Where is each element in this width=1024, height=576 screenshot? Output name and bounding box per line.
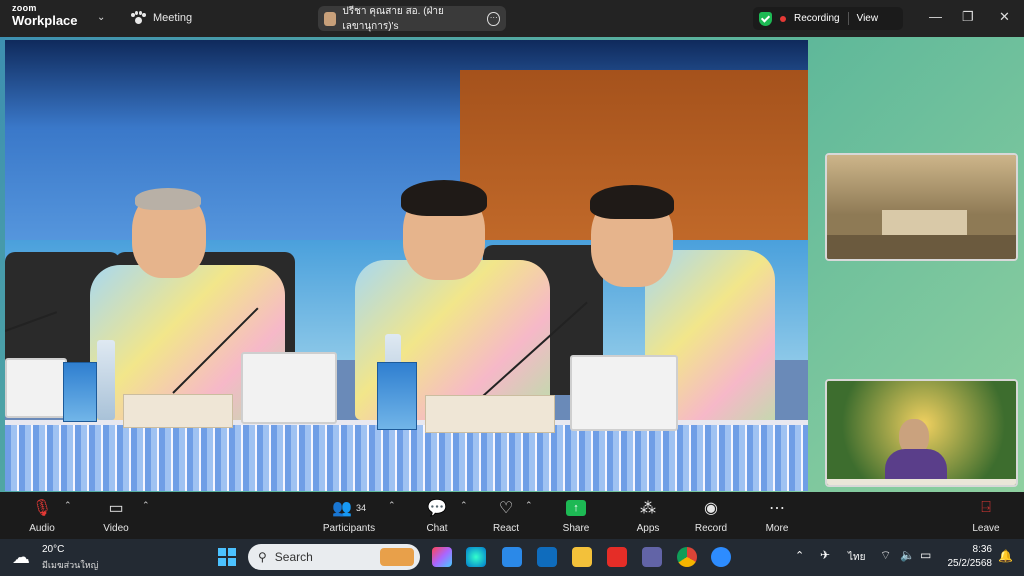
record-label: Record (694, 523, 728, 534)
video-stage (0, 37, 1024, 492)
tablet (570, 355, 678, 431)
meeting-label: Meeting (153, 12, 193, 24)
search-input[interactable] (274, 550, 365, 564)
notification-bell-icon[interactable]: 🔔 (998, 549, 1013, 563)
chevron-up-icon[interactable]: ⌃ (525, 500, 533, 511)
active-speaker-pill[interactable]: ปรีชา คุณสาย สอ. (ฝ่ายเลขานุการ)'s ··· (318, 5, 506, 32)
chevron-up-icon[interactable]: ⌃ (795, 549, 804, 562)
chat-label: Chat (426, 523, 448, 534)
title-bar: zoom Workplace ⌄ Meeting ปรีชา คุณสาย สอ… (0, 0, 1024, 37)
leave-label: Leave (972, 523, 1000, 534)
search-highlight-icon (380, 548, 414, 566)
participant-thumbnail-speaker[interactable] (825, 379, 1018, 487)
people-icon: 👥 (332, 500, 352, 517)
audio-button[interactable]: 🎙 Audio (26, 497, 58, 534)
microphone-muted-icon: 🎙 (31, 500, 53, 517)
chevron-up-icon[interactable]: ⌃ (64, 500, 72, 511)
copilot-icon[interactable] (432, 547, 452, 567)
chat-bubble-icon: 💬 (427, 500, 447, 517)
record-icon: ◉ (704, 500, 718, 517)
participants-button[interactable]: 👥 34 Participants (318, 497, 380, 534)
video-camera-icon: ▭ (108, 500, 124, 517)
video-label: Video (103, 523, 129, 534)
brand-small: zoom (12, 3, 37, 13)
windows-taskbar: ☁ 20°C มีเมฆส่วนใหญ่ ⚲ ⌃ ✈ ไทย ⌔ 🔈 ▭ 8:3… (0, 539, 1024, 576)
clock-date[interactable]: 25/2/2568 (932, 558, 993, 569)
shield-icon[interactable] (759, 11, 772, 26)
clock-time[interactable]: 8:36 (944, 544, 992, 555)
participants-count: 34 (355, 503, 366, 513)
react-button[interactable]: ♡ React (490, 497, 522, 534)
water-bottle (97, 340, 115, 420)
booklet (377, 362, 417, 430)
active-speaker-name: ปรีชา คุณสาย สอ. (ฝ่ายเลขานุการ)'s (342, 5, 444, 32)
search-icon: ⚲ (258, 550, 267, 564)
recording-status-group: Recording View (753, 7, 903, 30)
booklet (63, 362, 97, 422)
weather-desc[interactable]: มีเมฆส่วนใหญ่ (42, 558, 98, 572)
language-indicator[interactable]: ไทย (848, 550, 865, 565)
chevron-down-icon[interactable]: ⌄ (97, 12, 105, 23)
brand-large: Workplace (12, 13, 78, 28)
leave-button[interactable]: ⍈ Leave (970, 497, 1002, 534)
chevron-up-icon[interactable]: ⌃ (142, 500, 150, 511)
youtube-icon[interactable] (607, 547, 627, 567)
nameplate (425, 395, 555, 433)
audio-label: Audio (29, 523, 55, 534)
leave-door-icon: ⍈ (981, 499, 991, 516)
participants-label: Participants (322, 523, 376, 534)
windows-start-icon[interactable] (218, 548, 236, 566)
video-button[interactable]: ▭ Video (100, 497, 132, 534)
chevron-up-icon[interactable]: ⌃ (388, 500, 396, 511)
record-button[interactable]: ◉ Record (694, 497, 728, 534)
tablet (241, 352, 337, 424)
weather-cloud-icon[interactable]: ☁ (12, 547, 30, 568)
chat-button[interactable]: 💬 Chat (422, 497, 452, 534)
network-status-icon[interactable]: ✈ (820, 548, 830, 562)
avatar (324, 11, 337, 26)
edge-icon[interactable] (466, 547, 486, 567)
apps-icon: ⁂ (640, 500, 656, 517)
store-icon[interactable] (502, 547, 522, 567)
table-cloth (5, 425, 808, 491)
zoom-app-icon[interactable] (711, 547, 731, 567)
share-screen-icon: ↑ (566, 500, 586, 516)
close-icon[interactable]: ✕ (999, 9, 1010, 25)
nameplate (123, 394, 233, 428)
divider (847, 12, 849, 25)
battery-icon[interactable]: ▭ (920, 548, 931, 562)
react-label: React (492, 523, 520, 534)
apps-button[interactable]: ⁂ Apps (633, 497, 663, 534)
meeting-toolbar: 🎙 Audio ⌃ ▭ Video ⌃ 👥 34 Participants ⌃ 💬… (0, 492, 1024, 539)
paw-icon (131, 11, 146, 25)
more-dots-icon: ⋯ (769, 500, 785, 517)
view-button[interactable]: View (857, 13, 879, 24)
teams-icon[interactable] (642, 547, 662, 567)
recording-dot-icon (780, 15, 786, 22)
share-label: Share (562, 523, 590, 534)
heart-icon: ♡ (498, 500, 514, 517)
restore-icon[interactable]: ❐ (962, 9, 974, 25)
main-video-feed[interactable] (5, 40, 808, 491)
taskbar-search[interactable]: ⚲ (248, 544, 420, 570)
tablet (5, 358, 67, 418)
speaker-icon[interactable]: 🔈 (900, 548, 915, 562)
share-button[interactable]: ↑ Share (560, 497, 592, 534)
participant-thumbnail-meeting-room[interactable] (825, 153, 1018, 261)
chrome-icon[interactable] (677, 547, 697, 567)
chevron-up-icon[interactable]: ⌃ (460, 500, 468, 511)
minimize-icon[interactable]: — (929, 9, 942, 24)
recording-label: Recording (794, 13, 840, 24)
outlook-icon[interactable] (537, 547, 557, 567)
more-button[interactable]: ⋯ More (762, 497, 792, 534)
wifi-icon[interactable]: ⌔ (880, 548, 891, 563)
weather-temp[interactable]: 20°C (42, 544, 64, 555)
more-label: More (765, 523, 789, 534)
zoom-logo: zoom Workplace (12, 3, 78, 28)
more-options-icon[interactable]: ··· (487, 11, 500, 26)
meeting-menu[interactable]: Meeting (131, 11, 192, 25)
file-explorer-icon[interactable] (572, 547, 592, 567)
apps-label: Apps (636, 523, 660, 534)
